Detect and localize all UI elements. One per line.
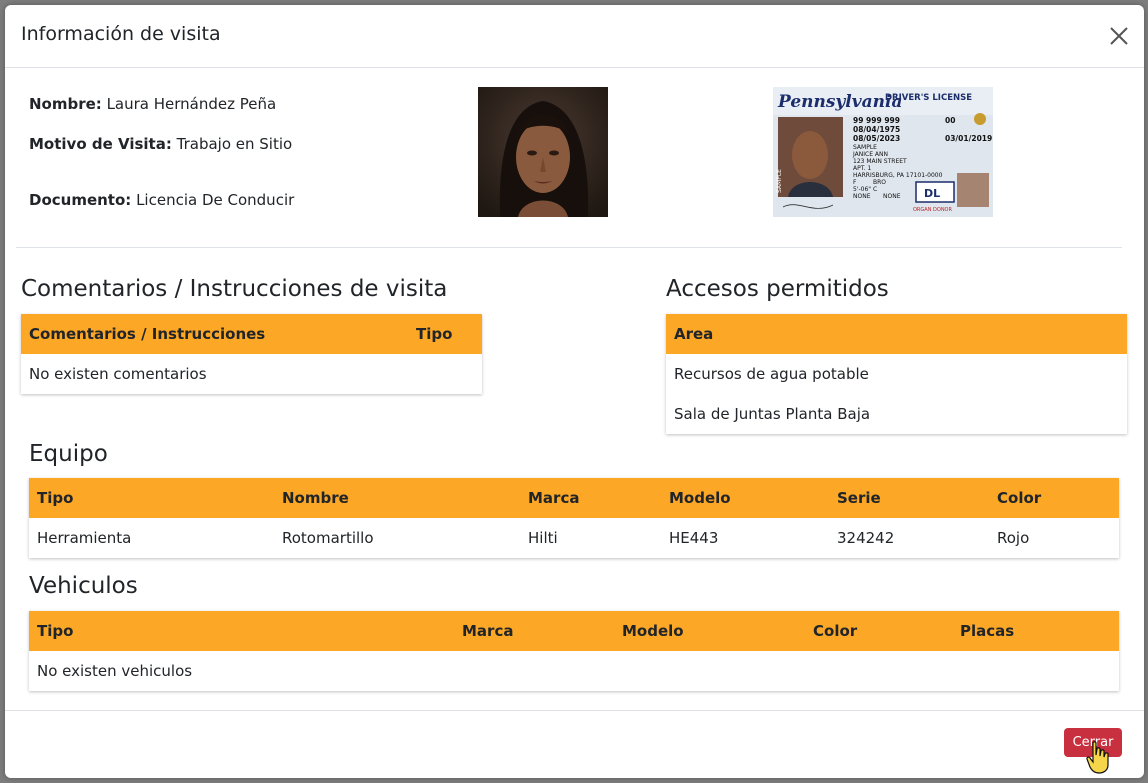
table-row: Herramienta Rotomartillo Hilti HE443 324…: [29, 518, 1119, 558]
visit-reason-row: Motivo de Visita: Trabajo en Sitio: [29, 135, 292, 153]
comments-header-row: Comentarios / Instrucciones Tipo: [21, 314, 482, 354]
visitor-name-label: Nombre:: [29, 95, 102, 113]
col-comments: Comentarios / Instrucciones: [21, 314, 408, 354]
license-name-1: SAMPLE: [853, 144, 877, 151]
license-sample-mark: SAMPLE: [776, 169, 783, 193]
license-dl-number: 99 999 999: [853, 116, 900, 125]
access-area: Sala de Juntas Planta Baja: [674, 405, 871, 423]
license-address-1: 123 MAIN STREET: [853, 158, 907, 165]
access-section-title: Accesos permitidos: [666, 276, 889, 302]
license-class: C: [873, 186, 877, 193]
license-donor: ORGAN DONOR: [913, 207, 952, 213]
visitor-name-row: Nombre: Laura Hernández Peña: [29, 95, 276, 113]
license-eyes: BRO: [873, 179, 886, 186]
col-color: Color: [805, 611, 952, 651]
license-dups: 00: [945, 116, 955, 125]
close-icon[interactable]: [1108, 25, 1130, 47]
table-row: No existen vehiculos: [29, 651, 1119, 691]
comments-section-title: Comentarios / Instrucciones de visita: [21, 276, 448, 302]
col-tipo: Tipo: [29, 611, 454, 651]
comments-table: Comentarios / Instrucciones Tipo No exis…: [21, 314, 482, 394]
visit-reason-label: Motivo de Visita:: [29, 135, 172, 153]
col-serie: Serie: [829, 478, 989, 518]
visitor-name: Laura Hernández Peña: [106, 95, 277, 113]
license-height: 5'-06": [853, 186, 871, 193]
comments-empty-message: No existen comentarios: [29, 365, 207, 383]
equipment-section-title: Equipo: [29, 441, 108, 467]
equipment-color: Rojo: [997, 529, 1030, 547]
equipment-header-row: Tipo Nombre Marca Modelo Serie Color: [29, 478, 1119, 518]
col-tipo: Tipo: [408, 314, 482, 354]
col-nombre: Nombre: [274, 478, 520, 518]
equipment-marca: Hilti: [528, 529, 558, 547]
license-end: NONE: [853, 193, 871, 200]
table-row: Recursos de agua potable: [666, 354, 1127, 394]
col-placas: Placas: [952, 611, 1119, 651]
visitor-photo[interactable]: [478, 87, 608, 217]
document-type: Licencia De Conducir: [136, 191, 295, 209]
col-tipo: Tipo: [29, 478, 274, 518]
license-address-2: APT. 1: [853, 165, 871, 172]
access-area: Recursos de agua potable: [674, 365, 869, 383]
license-name-2: JANICE ANN: [852, 151, 888, 158]
license-dl-badge: DL: [924, 187, 940, 200]
equipment-table: Tipo Nombre Marca Modelo Serie Color Her…: [29, 478, 1119, 558]
col-marca: Marca: [454, 611, 614, 651]
license-restr: NONE: [883, 193, 901, 200]
license-address-3: HARRISBURG, PA 17101-0000: [853, 172, 943, 179]
driver-license-image[interactable]: Pennsylvania DRIVER'S LICENSE SAMPLE 99 …: [773, 87, 993, 217]
license-exp: 08/05/2023: [853, 134, 900, 143]
equipment-tipo: Herramienta: [37, 529, 132, 547]
hand-cursor-icon: [1086, 741, 1109, 774]
section-divider: [16, 247, 1122, 248]
col-area: Area: [666, 314, 1127, 354]
col-color: Color: [989, 478, 1119, 518]
col-marca: Marca: [520, 478, 661, 518]
equipment-modelo: HE443: [669, 529, 719, 547]
table-row: No existen comentarios: [21, 354, 482, 394]
access-header-row: Area: [666, 314, 1127, 354]
vehicles-table: Tipo Marca Modelo Color Placas No existe…: [29, 611, 1119, 691]
table-row: Sala de Juntas Planta Baja: [666, 394, 1127, 434]
document-label: Documento:: [29, 191, 132, 209]
visit-reason: Trabajo en Sitio: [176, 135, 293, 153]
document-row: Documento: Licencia De Conducir: [29, 191, 294, 209]
modal-header: Información de visita: [5, 5, 1144, 68]
vehicles-header-row: Tipo Marca Modelo Color Placas: [29, 611, 1119, 651]
license-dob: 08/04/1975: [853, 125, 900, 134]
modal-title: Información de visita: [21, 23, 221, 45]
equipment-serie: 324242: [837, 529, 895, 547]
license-iss: 03/01/2019: [945, 134, 992, 143]
license-state: Pennsylvania: [777, 92, 903, 112]
col-modelo: Modelo: [661, 478, 829, 518]
license-type: DRIVER'S LICENSE: [885, 93, 972, 103]
modal-footer-divider: [5, 710, 1144, 711]
vehicles-empty-message: No existen vehiculos: [37, 662, 193, 680]
col-modelo: Modelo: [614, 611, 805, 651]
vehicles-section-title: Vehiculos: [29, 573, 138, 599]
access-table: Area Recursos de agua potable Sala de Ju…: [666, 314, 1127, 434]
equipment-nombre: Rotomartillo: [282, 529, 374, 547]
license-sex: F: [853, 179, 857, 186]
